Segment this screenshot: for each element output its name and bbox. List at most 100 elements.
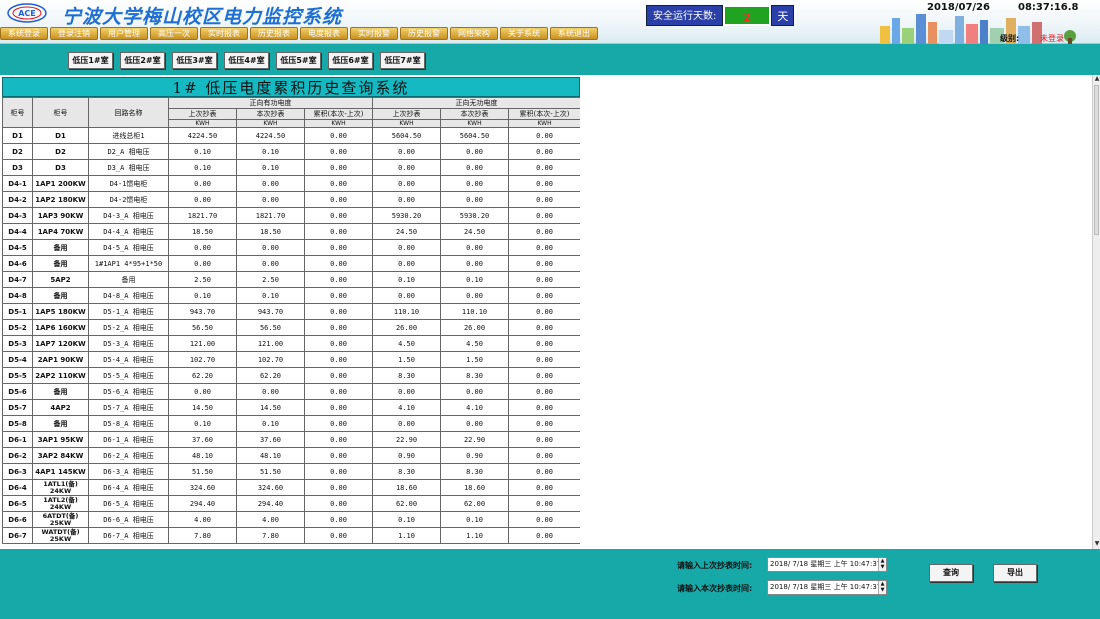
scroll-up-icon[interactable]: ▲ <box>1093 75 1100 84</box>
menu-login[interactable]: 系统登录 <box>0 27 48 40</box>
cell-circuit: D4-2馈电柜 <box>88 191 169 208</box>
table-row: D6-3 4AP1 145KW D6-3_A 相电压 51.50 51.50 0.00 8.… <box>2 463 580 480</box>
menu-logout[interactable]: 登录注销 <box>50 27 98 40</box>
table-row: D6-2 3AP2 84KW D6-2_A 相电压 48.10 48.10 0.00 0.9… <box>2 447 580 464</box>
city-skyline-icon <box>880 14 1076 44</box>
header-unit: KWH <box>372 119 442 128</box>
cell-reactive-current: 5604.50 <box>440 127 510 144</box>
cell-cabinet-no: D4-2 <box>2 191 33 208</box>
cell-reactive-accum: 0.00 <box>508 207 580 224</box>
cell-cabinet-no: D4-4 <box>2 223 33 240</box>
tab-room-1[interactable]: 低压1#室 <box>68 52 113 69</box>
export-button[interactable]: 导出 <box>993 564 1037 582</box>
cell-active-current: 56.50 <box>236 319 305 336</box>
menu-user-management[interactable]: 用户管理 <box>100 27 148 40</box>
tab-room-5[interactable]: 低压5#室 <box>276 52 321 69</box>
cell-active-last: 0.00 <box>168 175 237 192</box>
cell-cabinet-name: 备用 <box>32 415 89 432</box>
cell-circuit: 进线总柜1 <box>88 127 169 144</box>
cell-active-accum: 0.00 <box>303 271 374 288</box>
menu-exit[interactable]: 系统退出 <box>550 27 598 40</box>
vertical-scrollbar[interactable]: ▲ ▼ <box>1092 75 1100 549</box>
cell-active-last: 1821.70 <box>168 207 237 224</box>
cell-reactive-current: 0.00 <box>440 415 510 432</box>
cell-active-current: 4224.50 <box>236 127 305 144</box>
cell-active-last: 102.70 <box>168 351 237 368</box>
cell-active-accum: 0.00 <box>303 143 374 160</box>
menu-network[interactable]: 网络架构 <box>450 27 498 40</box>
cell-circuit: D5-3_A 相电压 <box>88 335 169 352</box>
cell-cabinet-no: D5-3 <box>2 335 33 352</box>
cell-cabinet-no: D5-6 <box>2 383 33 400</box>
logo-icon: ACE <box>7 3 47 23</box>
table-row: D5-2 1AP6 160KW D5-2_A 相电压 56.50 56.50 0.00 26… <box>2 319 580 336</box>
last-time-picker[interactable]: 2018/ 7/18 星期三 上午 10:47:37 ▲ ▼ <box>767 557 887 572</box>
cell-active-last: 56.50 <box>168 319 237 336</box>
cell-active-accum: 0.00 <box>303 463 374 480</box>
report-area: 1# 低压电度累积历史查询系统 柜号 柜号 回路名称 正向有功电度 正向无功电度 <box>0 75 1100 549</box>
main-menu: 系统登录 登录注销 用户管理 高压一次 实时报表 历史报表 电度报表 实时报警 … <box>0 27 598 41</box>
scroll-down-icon[interactable]: ▼ <box>1093 540 1100 549</box>
cell-active-accum: 0.00 <box>303 287 374 304</box>
cell-reactive-accum: 0.00 <box>508 287 580 304</box>
cell-cabinet-name: 备用 <box>32 383 89 400</box>
cell-active-accum: 0.00 <box>303 319 374 336</box>
cell-cabinet-no: D6-5 <box>2 495 33 512</box>
tab-room-4[interactable]: 低压4#室 <box>224 52 269 69</box>
current-time-picker[interactable]: 2018/ 7/18 星期三 上午 10:47:37 ▲ ▼ <box>767 580 887 595</box>
cell-reactive-current: 26.00 <box>440 319 510 336</box>
scroll-thumb[interactable] <box>1094 85 1099 235</box>
cell-reactive-accum: 0.00 <box>508 175 580 192</box>
cell-reactive-current: 24.50 <box>440 223 510 240</box>
cell-active-accum: 0.00 <box>303 191 374 208</box>
cell-active-accum: 0.00 <box>303 207 374 224</box>
cell-active-accum: 0.00 <box>303 527 374 544</box>
table-row: D4-6 备用 1#1AP1 4*95+1*50 0.00 0.00 0.00 0.00 0.… <box>2 255 580 272</box>
menu-realtime-report[interactable]: 实时报表 <box>200 27 248 40</box>
logo-text: ACE <box>18 9 36 18</box>
last-time-spinner-icon[interactable]: ▲ ▼ <box>878 558 886 571</box>
cell-active-last: 0.10 <box>168 287 237 304</box>
menu-realtime-alarm[interactable]: 实时报警 <box>350 27 398 40</box>
cell-cabinet-name: 2AP2 110KW <box>32 367 89 384</box>
table-row: D2 D2 D2_A 相电压 0.10 0.10 0.00 0.00 0.00 0.00 <box>2 143 580 160</box>
table-row: D4-8 备用 D4-8_A 相电压 0.10 0.10 0.00 0.00 0.00 0.00 <box>2 287 580 304</box>
cell-reactive-last: 4.50 <box>372 335 442 352</box>
cell-reactive-last: 0.00 <box>372 415 442 432</box>
query-button[interactable]: 查询 <box>929 564 973 582</box>
cell-reactive-current: 0.00 <box>440 191 510 208</box>
cell-cabinet-name: 2AP1 90KW <box>32 351 89 368</box>
cell-active-accum: 0.00 <box>303 511 374 528</box>
cell-reactive-accum: 0.00 <box>508 191 580 208</box>
cell-active-accum: 0.00 <box>303 127 374 144</box>
tab-room-6[interactable]: 低压6#室 <box>328 52 373 69</box>
cell-active-current: 294.40 <box>236 495 305 512</box>
menu-history-alarm[interactable]: 历史报警 <box>400 27 448 40</box>
header-active-current: 本次抄表 <box>236 108 305 120</box>
table-row: D4-7 5AP2 备用 2.50 2.50 0.00 0.10 0.10 0.00 <box>2 271 580 288</box>
cell-active-current: 121.00 <box>236 335 305 352</box>
current-time-spinner-icon[interactable]: ▲ ▼ <box>878 581 886 594</box>
cell-circuit: D4-5_A 相电压 <box>88 239 169 256</box>
menu-energy-report[interactable]: 电度报表 <box>300 27 348 40</box>
tab-room-7[interactable]: 低压7#室 <box>380 52 425 69</box>
last-time-value: 2018/ 7/18 星期三 上午 10:47:37 <box>770 560 882 568</box>
cell-active-accum: 0.00 <box>303 335 374 352</box>
cell-active-current: 0.00 <box>236 383 305 400</box>
menu-about[interactable]: 关于系统 <box>500 27 548 40</box>
tab-room-2[interactable]: 低压2#室 <box>120 52 165 69</box>
cell-circuit: D4-8_A 相电压 <box>88 287 169 304</box>
tab-room-3[interactable]: 低压3#室 <box>172 52 217 69</box>
cell-reactive-current: 0.10 <box>440 271 510 288</box>
cell-circuit: D6-7_A 相电压 <box>88 527 169 544</box>
menu-high-voltage[interactable]: 高压一次 <box>150 27 198 40</box>
cell-reactive-last: 26.00 <box>372 319 442 336</box>
cell-active-accum: 0.00 <box>303 239 374 256</box>
menu-history-report[interactable]: 历史报表 <box>250 27 298 40</box>
cell-active-current: 0.10 <box>236 415 305 432</box>
cell-reactive-last: 1.50 <box>372 351 442 368</box>
table-row: D4-1 1AP1 200KW D4-1馈电柜 0.00 0.00 0.00 0.00 0.0… <box>2 175 580 192</box>
header-unit: KWH <box>508 119 580 128</box>
report-table-container: 柜号 柜号 回路名称 正向有功电度 正向无功电度 上次抄表 本次抄表 累积(本次… <box>2 97 580 549</box>
cell-cabinet-name: 1AP2 180KW <box>32 191 89 208</box>
